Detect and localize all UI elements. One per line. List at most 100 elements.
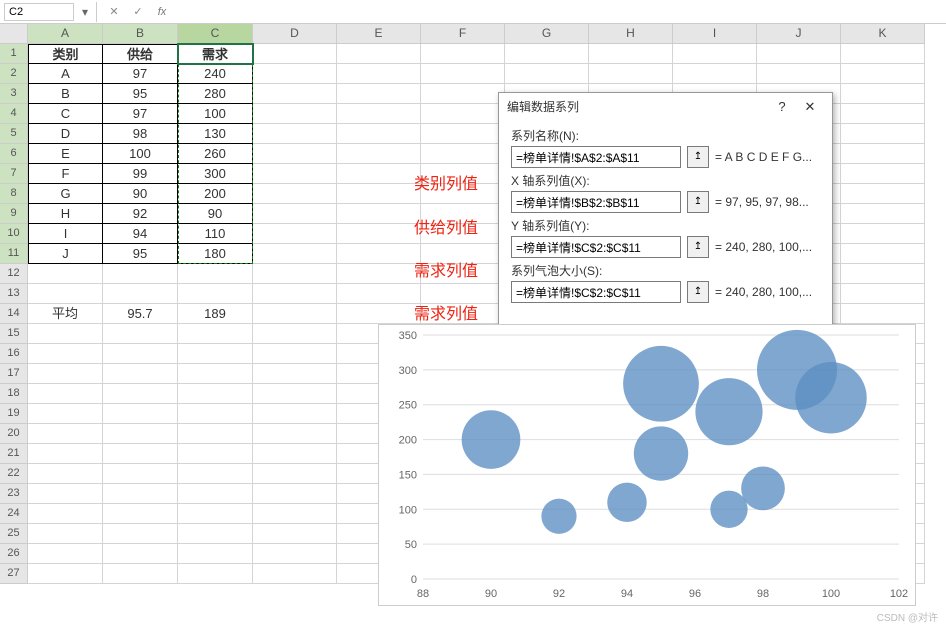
row-header[interactable]: 25	[0, 524, 28, 544]
cell[interactable]	[28, 264, 103, 284]
cell[interactable]	[103, 344, 178, 364]
cell[interactable]	[253, 264, 337, 284]
cell[interactable]	[253, 544, 337, 564]
col-header-h[interactable]: H	[589, 24, 673, 44]
cell[interactable]	[253, 484, 337, 504]
cell[interactable]: 200	[178, 184, 253, 204]
cell[interactable]: E	[28, 144, 103, 164]
cell[interactable]	[28, 364, 103, 384]
cell[interactable]	[253, 64, 337, 84]
row-header[interactable]: 22	[0, 464, 28, 484]
cell[interactable]	[28, 344, 103, 364]
col-header-c[interactable]: C	[178, 24, 253, 44]
cell[interactable]	[337, 284, 421, 304]
cell[interactable]: 240	[178, 64, 253, 84]
cell[interactable]	[673, 44, 757, 64]
row-header[interactable]: 15	[0, 324, 28, 344]
cell[interactable]: 110	[178, 224, 253, 244]
cell[interactable]	[28, 524, 103, 544]
cell[interactable]	[253, 304, 337, 324]
cell[interactable]: 180	[178, 244, 253, 264]
cell[interactable]	[421, 84, 505, 104]
cell[interactable]	[178, 524, 253, 544]
cell[interactable]	[103, 424, 178, 444]
dialog-titlebar[interactable]: 编辑数据系列 ? ✕	[499, 93, 832, 121]
col-header-e[interactable]: E	[337, 24, 421, 44]
col-header-f[interactable]: F	[421, 24, 505, 44]
cell[interactable]: 类别	[28, 44, 103, 64]
cell[interactable]	[505, 64, 589, 84]
refedit-icon[interactable]: ↥	[687, 281, 709, 303]
row-header[interactable]: 7	[0, 164, 28, 184]
cell[interactable]: 92	[103, 204, 178, 224]
cell[interactable]: 97	[103, 104, 178, 124]
cell[interactable]	[178, 424, 253, 444]
cell[interactable]	[178, 264, 253, 284]
cell[interactable]	[28, 424, 103, 444]
cell[interactable]: F	[28, 164, 103, 184]
cell[interactable]	[253, 104, 337, 124]
cell[interactable]	[253, 524, 337, 544]
row-header[interactable]: 2	[0, 64, 28, 84]
cell[interactable]	[253, 144, 337, 164]
cell[interactable]	[178, 384, 253, 404]
refedit-icon[interactable]: ↥	[687, 236, 709, 258]
row-header[interactable]: 3	[0, 84, 28, 104]
cell[interactable]	[253, 184, 337, 204]
cell[interactable]	[421, 64, 505, 84]
cell[interactable]	[253, 404, 337, 424]
formula-enter-icon[interactable]: ✓	[128, 5, 148, 18]
cell[interactable]: 需求	[178, 44, 253, 64]
cell[interactable]	[337, 304, 421, 324]
cell[interactable]	[841, 304, 925, 324]
cell[interactable]	[178, 284, 253, 304]
row-header[interactable]: 4	[0, 104, 28, 124]
cell[interactable]	[337, 144, 421, 164]
cell[interactable]	[28, 404, 103, 424]
row-header[interactable]: 5	[0, 124, 28, 144]
cell[interactable]	[841, 144, 925, 164]
cell[interactable]: 平均	[28, 304, 103, 324]
cell[interactable]: 供给	[103, 44, 178, 64]
row-header[interactable]: 9	[0, 204, 28, 224]
bubble-size-input[interactable]	[511, 281, 681, 303]
cell[interactable]	[253, 244, 337, 264]
cell[interactable]	[337, 204, 421, 224]
cell[interactable]: 130	[178, 124, 253, 144]
cell[interactable]: 100	[178, 104, 253, 124]
cell[interactable]	[253, 564, 337, 584]
cell[interactable]: 95.7	[103, 304, 178, 324]
cell[interactable]	[253, 224, 337, 244]
cell[interactable]: 98	[103, 124, 178, 144]
cell[interactable]	[337, 264, 421, 284]
row-header[interactable]: 16	[0, 344, 28, 364]
col-header-d[interactable]: D	[253, 24, 337, 44]
x-values-input[interactable]	[511, 191, 681, 213]
cell[interactable]	[28, 564, 103, 584]
cell[interactable]	[28, 464, 103, 484]
cell[interactable]	[421, 44, 505, 64]
cell[interactable]	[841, 204, 925, 224]
cell[interactable]	[505, 44, 589, 64]
cell[interactable]: G	[28, 184, 103, 204]
cell[interactable]: C	[28, 104, 103, 124]
cell[interactable]	[28, 504, 103, 524]
cell[interactable]	[103, 524, 178, 544]
cell[interactable]: 100	[103, 144, 178, 164]
cell[interactable]	[103, 324, 178, 344]
cell[interactable]	[841, 64, 925, 84]
cell[interactable]	[103, 284, 178, 304]
cell[interactable]	[841, 264, 925, 284]
row-header[interactable]: 17	[0, 364, 28, 384]
row-header[interactable]: 10	[0, 224, 28, 244]
col-header-g[interactable]: G	[505, 24, 589, 44]
cell[interactable]	[421, 144, 505, 164]
cell[interactable]	[253, 44, 337, 64]
cell[interactable]: I	[28, 224, 103, 244]
row-header[interactable]: 1	[0, 44, 28, 64]
cell[interactable]	[28, 544, 103, 564]
cell[interactable]	[253, 164, 337, 184]
cell[interactable]	[589, 64, 673, 84]
row-header[interactable]: 20	[0, 424, 28, 444]
row-header[interactable]: 6	[0, 144, 28, 164]
